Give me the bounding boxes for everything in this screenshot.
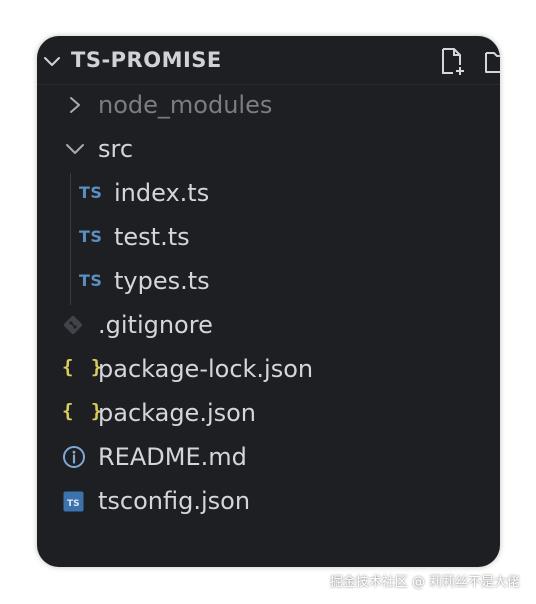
new-file-icon[interactable] bbox=[438, 46, 468, 76]
tree-item-label: src bbox=[98, 135, 134, 163]
tree-item-package-json[interactable]: { } package.json bbox=[37, 391, 500, 435]
tree-item-gitignore[interactable]: .gitignore bbox=[37, 303, 500, 347]
typescript-file-icon: TS bbox=[79, 227, 103, 246]
tree-item-label: .gitignore bbox=[98, 311, 213, 339]
tree-item-readme[interactable]: README.md bbox=[37, 435, 500, 479]
tree-item-label: test.ts bbox=[114, 223, 190, 251]
tree-item-index-ts[interactable]: TS index.ts bbox=[37, 171, 500, 215]
explorer-header[interactable]: TS-PROMISE bbox=[37, 36, 500, 84]
tree-item-label: package.json bbox=[98, 399, 257, 427]
tree-item-label: types.ts bbox=[114, 267, 210, 295]
tree-item-package-lock-json[interactable]: { } package-lock.json bbox=[37, 347, 500, 391]
tree-item-node-modules[interactable]: node_modules bbox=[37, 83, 500, 127]
tree-item-label: index.ts bbox=[114, 179, 210, 207]
tree-item-label: README.md bbox=[98, 443, 247, 471]
tree-item-tsconfig-json[interactable]: TS tsconfig.json bbox=[37, 479, 500, 523]
tree-item-label: tsconfig.json bbox=[98, 487, 251, 515]
tree-item-test-ts[interactable]: TS test.ts bbox=[37, 215, 500, 259]
new-folder-icon[interactable] bbox=[482, 46, 500, 76]
chevron-right-icon bbox=[70, 97, 80, 113]
typescript-file-icon: TS bbox=[79, 183, 103, 202]
tree-item-types-ts[interactable]: TS types.ts bbox=[37, 259, 500, 303]
tree-item-src[interactable]: src bbox=[37, 127, 500, 171]
explorer-panel: TS-PROMISE node_modules src TS index.ts … bbox=[37, 36, 500, 567]
chevron-down-icon[interactable] bbox=[41, 50, 63, 72]
chevron-down-icon bbox=[66, 144, 84, 154]
tree-item-label: node_modules bbox=[98, 91, 273, 119]
project-title: TS-PROMISE bbox=[71, 48, 222, 72]
watermark: 掘金技术社区 @ 莉莉丝不是大佬 bbox=[329, 575, 520, 590]
typescript-file-icon: TS bbox=[79, 271, 103, 290]
git-icon bbox=[63, 315, 83, 335]
tsconfig-icon-label: TS bbox=[67, 499, 80, 509]
info-icon bbox=[63, 446, 85, 468]
tree-item-label: package-lock.json bbox=[98, 355, 314, 383]
